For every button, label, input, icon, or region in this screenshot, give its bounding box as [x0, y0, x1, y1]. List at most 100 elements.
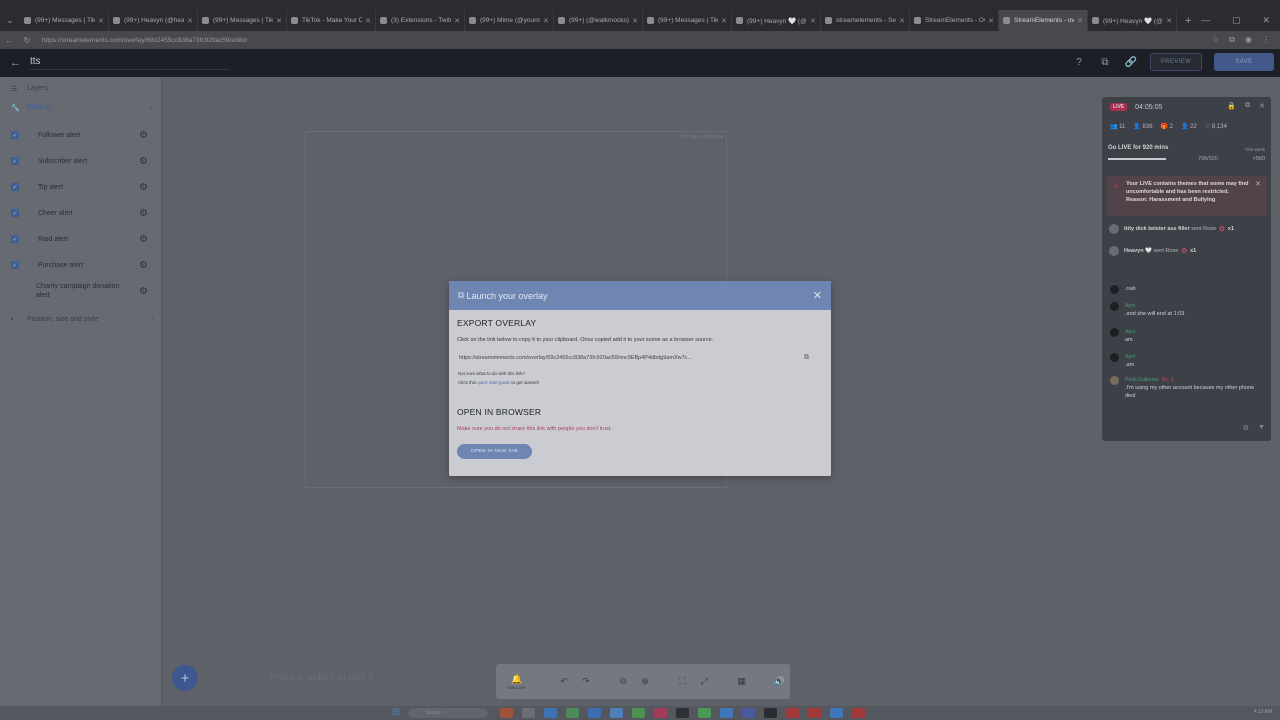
browser-tab[interactable]: StreamElements - Ove...✕ — [910, 10, 999, 31]
app-icon[interactable] — [742, 708, 755, 718]
browser-tab[interactable]: streamelements - Sear...✕ — [821, 10, 910, 31]
windows-start-icon[interactable]: ⊞ — [392, 707, 400, 718]
position-size-style-section[interactable]: ▪ Position, size and style › — [0, 313, 162, 325]
new-tab-icon[interactable]: + — [1185, 15, 1191, 27]
lock-icon[interactable]: 🔒 — [1227, 102, 1236, 110]
browser-tab[interactable]: (99+) Messages | TikTok✕ — [20, 10, 109, 31]
app-icon[interactable] — [500, 708, 513, 718]
app-icon[interactable] — [830, 708, 843, 718]
link-icon[interactable]: 🔗 — [1124, 57, 1138, 68]
close-tab-icon[interactable]: ✕ — [543, 17, 549, 25]
gear-icon[interactable]: ⚙ — [139, 260, 148, 271]
volume-icon[interactable]: 🔊 — [768, 676, 790, 687]
layer-checkbox[interactable]: ✓ — [11, 183, 19, 191]
menu-icon[interactable]: ⋮ — [1262, 35, 1270, 45]
fit-screen-icon[interactable]: ⛶ — [672, 676, 694, 687]
redo-icon[interactable]: ↷ — [575, 676, 597, 687]
layer-checkbox[interactable]: ✓ — [11, 157, 19, 165]
zoom-in-icon[interactable]: ⊕ — [634, 676, 656, 687]
profile-icon[interactable]: ◉ — [1245, 35, 1252, 45]
close-tab-icon[interactable]: ✕ — [1166, 17, 1172, 25]
gear-icon[interactable]: ⚙ — [139, 234, 148, 245]
browser-tab[interactable]: StreamElements - ove...✕ — [999, 10, 1088, 31]
zoom-out-icon[interactable]: ⊖ — [612, 676, 634, 687]
app-icon[interactable] — [610, 708, 623, 718]
browser-tab[interactable]: TikTok - Make Your Day✕ — [287, 10, 376, 31]
help-icon[interactable]: ? — [1072, 57, 1086, 68]
app-icon[interactable] — [852, 708, 865, 718]
close-tab-icon[interactable]: ✕ — [810, 17, 816, 25]
reload-icon[interactable]: ↻ — [18, 36, 36, 45]
gear-icon[interactable]: ⚙ — [139, 130, 148, 141]
layer-item[interactable]: ✓ Purchase alert ⚙ — [0, 258, 162, 272]
app-icon[interactable] — [588, 708, 601, 718]
app-icon[interactable] — [808, 708, 821, 718]
tab-search-icon[interactable]: ⌄ — [0, 15, 20, 26]
layer-item[interactable]: Charity campaign donation alert ⚙ — [0, 283, 162, 299]
back-arrow-icon[interactable]: ← — [10, 57, 24, 69]
grid-icon[interactable]: ▦ — [731, 676, 753, 687]
app-icon[interactable] — [764, 708, 777, 718]
close-tab-icon[interactable]: ✕ — [276, 17, 282, 25]
settings-icon[interactable]: ⚙ — [1243, 424, 1249, 432]
undo-icon[interactable]: ↶ — [553, 676, 575, 687]
emulate-button[interactable]: 🔔 EMULATE — [496, 674, 537, 690]
layers-section[interactable]: ☰ Layers › — [0, 82, 162, 94]
close-dialog-icon[interactable]: ✕ — [813, 289, 822, 302]
gear-icon[interactable]: ⚙ — [139, 156, 148, 167]
app-icon[interactable] — [720, 708, 733, 718]
copy-icon[interactable]: ⧉ — [804, 354, 809, 362]
browser-tab[interactable]: (99+) Messages | TikTok✕ — [643, 10, 732, 31]
layer-item[interactable]: ✓ Raid alert ⚙ — [0, 232, 162, 246]
overlay-url-link[interactable]: https://streamelements.com/overlay/69c24… — [459, 355, 793, 361]
browser-tab[interactable]: (99+) Heavyn (@heavy...✕ — [109, 10, 198, 31]
close-tab-icon[interactable]: ✕ — [187, 17, 193, 25]
back-icon[interactable]: ← — [0, 36, 18, 45]
close-tab-icon[interactable]: ✕ — [1077, 17, 1083, 25]
app-icon[interactable] — [654, 708, 667, 718]
close-tab-icon[interactable]: ✕ — [721, 17, 727, 25]
layer-checkbox[interactable]: ✓ — [11, 131, 19, 139]
browser-tab[interactable]: (99+) Messages | TikTok✕ — [198, 10, 287, 31]
layer-checkbox[interactable]: ✓ — [11, 235, 19, 243]
layer-item[interactable]: ✓ Subscriber alert ⚙ — [0, 154, 162, 168]
app-icon[interactable] — [566, 708, 579, 718]
close-window-icon[interactable]: ✕ — [1262, 15, 1270, 26]
app-icon[interactable] — [698, 708, 711, 718]
chrome-icon[interactable] — [544, 708, 557, 718]
close-icon[interactable]: ✕ — [1259, 102, 1265, 110]
save-button[interactable]: SAVE — [1214, 53, 1274, 71]
close-tab-icon[interactable]: ✕ — [632, 17, 638, 25]
app-icon[interactable] — [786, 708, 799, 718]
overlay-name-input[interactable]: tts — [30, 56, 230, 70]
layer-item[interactable]: ✓ Tip alert ⚙ — [0, 180, 162, 194]
minimize-icon[interactable]: — — [1201, 15, 1210, 26]
preview-button[interactable]: PREVIEW — [1150, 53, 1202, 71]
layer-checkbox[interactable]: ✓ — [11, 261, 19, 269]
browser-tab[interactable]: (3) Extensions - Twitch ✕ — [376, 10, 465, 31]
gear-icon[interactable]: ⚙ — [139, 208, 148, 219]
close-tab-icon[interactable]: ✕ — [365, 17, 371, 25]
url-field[interactable]: https://streamelements.com/overlay/69c24… — [42, 37, 1212, 44]
settings-section[interactable]: 🔧 Settings ⌄ — [0, 101, 162, 113]
maximize-icon[interactable]: ▢ — [1232, 15, 1241, 26]
close-tab-icon[interactable]: ✕ — [454, 17, 460, 25]
extensions-icon[interactable]: ⧉ — [1229, 35, 1235, 45]
taskbar-search[interactable]: Search — [408, 708, 488, 718]
close-tab-icon[interactable]: ✕ — [899, 17, 905, 25]
quick-start-guide-link[interactable]: quick start guide — [477, 380, 510, 385]
tiktok-icon[interactable] — [676, 708, 689, 718]
gear-icon[interactable]: ⚙ — [139, 182, 148, 193]
bookmark-icon[interactable]: ☆ — [1212, 35, 1219, 45]
gear-icon[interactable]: ⚙ — [139, 286, 148, 297]
layer-item[interactable]: ✓ Cheer alert ⚙ — [0, 206, 162, 220]
popout-icon[interactable]: ⧉ — [1245, 102, 1250, 110]
layer-checkbox[interactable] — [11, 287, 19, 295]
open-in-new-tab-button[interactable]: OPEN IN NEW TAB — [457, 444, 532, 459]
browser-tab[interactable]: (99+) Mime (@yourmo...✕ — [465, 10, 554, 31]
launch-overlay-icon[interactable]: ⧉ — [1098, 57, 1112, 68]
close-warning-icon[interactable]: ✕ — [1255, 180, 1261, 188]
add-widget-button[interactable]: + — [172, 665, 198, 691]
fullscreen-icon[interactable]: ⤢ — [693, 676, 715, 687]
layer-checkbox[interactable]: ✓ — [11, 209, 19, 217]
